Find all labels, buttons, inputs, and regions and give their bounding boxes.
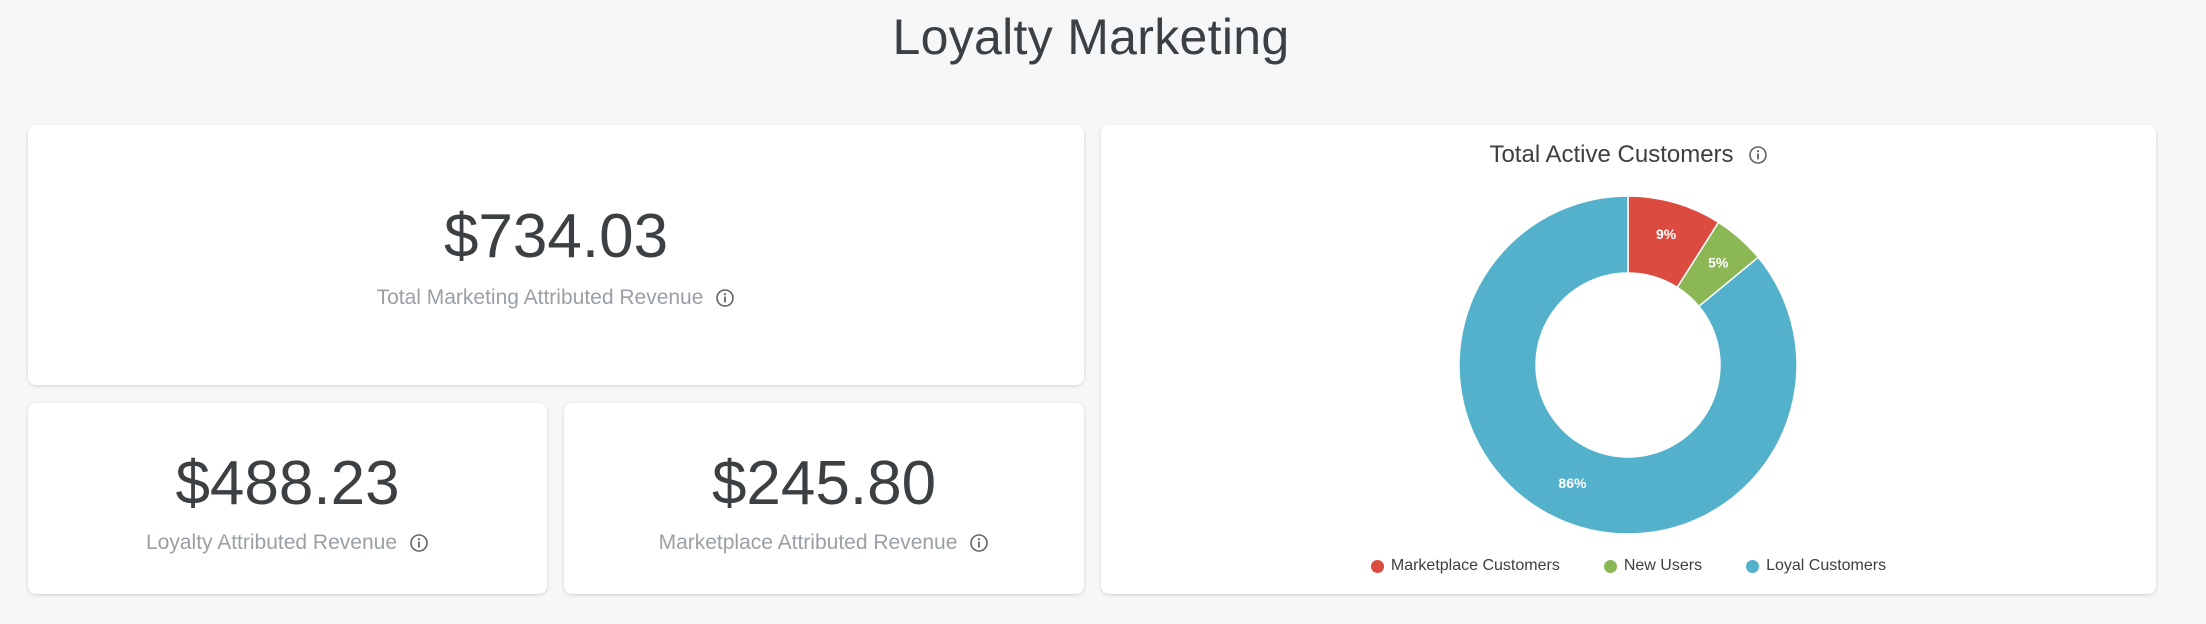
page-title: Loyalty Marketing <box>892 9 1290 65</box>
loyalty-revenue-value: $488.23 <box>175 449 400 518</box>
legend-item[interactable]: Marketplace Customers <box>1370 557 1560 575</box>
loyalty-revenue-label-row: Loyalty Attributed Revenue <box>28 531 547 555</box>
loyalty-revenue-label: Loyalty Attributed Revenue <box>146 531 397 554</box>
marketplace-revenue-value: $245.80 <box>711 449 937 518</box>
info-icon[interactable] <box>715 288 735 308</box>
legend-swatch <box>1603 559 1617 573</box>
total-revenue-card: $734.03 Total Marketing Attributed Reven… <box>28 125 1084 385</box>
marketplace-revenue-card: $245.80 Marketplace Attributed Revenue <box>564 403 1084 594</box>
donut-data-label: 9% <box>1656 226 1677 242</box>
donut-data-label: 86% <box>1558 475 1587 491</box>
marketplace-revenue-label-row: Marketplace Attributed Revenue <box>564 531 1084 555</box>
total-revenue-label: Total Marketing Attributed Revenue <box>376 286 704 309</box>
active-customers-chart-card: Total Active Customers 9% 5% 86% Marketpla… <box>1101 125 2156 594</box>
total-revenue-value: $734.03 <box>443 202 669 271</box>
info-icon[interactable] <box>409 533 429 553</box>
legend-label: New Users <box>1623 557 1703 574</box>
marketplace-revenue-label: Marketplace Attributed Revenue <box>658 531 958 554</box>
legend-swatch <box>1370 559 1384 573</box>
total-revenue-label-row: Total Marketing Attributed Revenue <box>28 286 1084 310</box>
chart-legend: Marketplace Customers New Users Loyal Cust… <box>1101 557 2156 575</box>
legend-item[interactable]: New Users <box>1603 557 1703 575</box>
legend-swatch <box>1746 559 1760 573</box>
legend-item[interactable]: Loyal Customers <box>1746 557 1886 575</box>
loyalty-revenue-card: $488.23 Loyalty Attributed Revenue <box>28 403 547 594</box>
donut-chart: 9% 5% 86% <box>1458 195 1798 535</box>
legend-label: Marketplace Customers <box>1390 557 1560 574</box>
legend-label: Loyal Customers <box>1766 557 1887 574</box>
donut-data-label: 5% <box>1708 255 1729 271</box>
info-icon[interactable] <box>969 533 989 553</box>
